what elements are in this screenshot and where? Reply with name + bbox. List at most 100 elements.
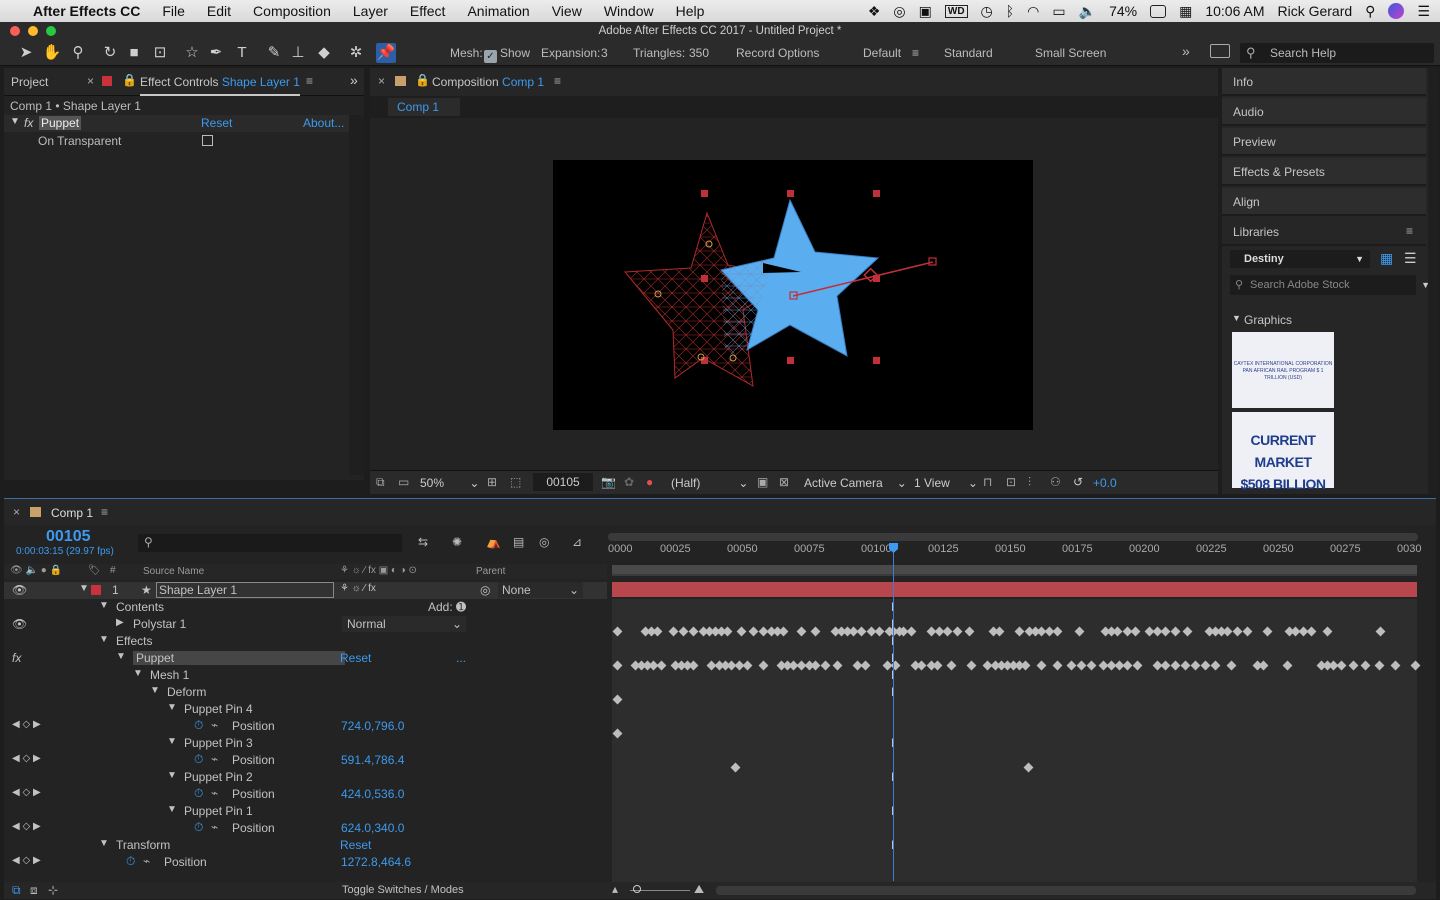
- panel-libraries[interactable]: Libraries: [1222, 218, 1426, 246]
- fx-icon[interactable]: fx: [12, 651, 21, 665]
- keyframe[interactable]: [1390, 660, 1401, 671]
- zoom-out-icon[interactable]: ▴: [612, 882, 618, 896]
- property-row-pin2[interactable]: ▼ Puppet Pin 2: [4, 769, 607, 786]
- comp-subtab[interactable]: Comp 1: [388, 98, 460, 116]
- fast-previews-icon[interactable]: ⊡: [1006, 475, 1016, 489]
- graph-icon[interactable]: ⌁: [211, 820, 218, 834]
- keyframe[interactable]: [612, 694, 623, 705]
- stopwatch-icon[interactable]: ⏱: [126, 854, 135, 869]
- stopwatch-icon[interactable]: ⏱: [194, 718, 203, 733]
- resolution-dropdown[interactable]: (Half) ⌄: [671, 476, 748, 490]
- view-layout-dropdown[interactable]: 1 View ⌄: [914, 476, 978, 490]
- selection-tool-icon[interactable]: ➤: [16, 43, 36, 63]
- keyframe[interactable]: [1222, 626, 1233, 637]
- keyframe[interactable]: [796, 626, 807, 637]
- stopwatch-icon[interactable]: ⏱: [194, 752, 203, 767]
- keyframe[interactable]: [1086, 660, 1097, 671]
- zoom-dropdown[interactable]: 50% ⌄: [420, 476, 479, 490]
- panel-audio[interactable]: Audio: [1222, 98, 1426, 126]
- current-time-indicator[interactable]: [893, 543, 894, 881]
- twirl-icon[interactable]: ▼: [167, 736, 177, 747]
- layer-duration-bar[interactable]: [612, 582, 1417, 597]
- keyframe[interactable]: [656, 660, 667, 671]
- grid-icon[interactable]: ⊞: [487, 475, 497, 489]
- library-thumbnail-1[interactable]: CAYTEX INTERNATIONAL CORPORATION PAN AFRI…: [1232, 332, 1334, 408]
- keyframe[interactable]: [946, 660, 957, 671]
- channel-icon[interactable]: ●: [646, 475, 653, 489]
- effect-name[interactable]: Puppet: [39, 116, 82, 130]
- keyframe[interactable]: [1130, 626, 1141, 637]
- graph-icon[interactable]: ⌁: [211, 786, 218, 800]
- property-extra[interactable]: Reset: [340, 651, 371, 665]
- graph-icon[interactable]: ⌁: [143, 854, 150, 868]
- eraser-tool-icon[interactable]: ◆: [314, 43, 334, 63]
- close-tab-icon[interactable]: ×: [378, 74, 385, 88]
- property-row-pin4[interactable]: ▼ Puppet Pin 4: [4, 701, 607, 718]
- keyframe[interactable]: [678, 626, 689, 637]
- toggle-pixel-aspect-icon[interactable]: ⊓: [983, 475, 992, 489]
- keyframe[interactable]: [1023, 762, 1034, 773]
- property-value[interactable]: 424.0,536.0: [341, 787, 404, 801]
- transparency-grid-icon[interactable]: ⊠: [779, 475, 789, 489]
- graph-icon[interactable]: ⌁: [211, 752, 218, 766]
- keyframe[interactable]: [1282, 660, 1293, 671]
- keyframe[interactable]: [860, 660, 871, 671]
- timeline-tab[interactable]: Comp 1: [51, 506, 93, 520]
- stopwatch-icon[interactable]: ⏱: [194, 820, 203, 835]
- keyframe[interactable]: [1232, 626, 1243, 637]
- keyframe[interactable]: [964, 626, 975, 637]
- layer-switches-toggle-icon[interactable]: ⧉: [12, 883, 21, 898]
- keyframe[interactable]: [1360, 660, 1371, 671]
- keyframe[interactable]: [652, 626, 663, 637]
- keyframe[interactable]: [810, 660, 821, 671]
- keyframe[interactable]: [688, 660, 699, 671]
- property-value[interactable]: 724.0,796.0: [341, 719, 404, 733]
- add-icon[interactable]: ➊: [456, 600, 466, 614]
- panel-menu-icon[interactable]: ≡: [101, 505, 108, 519]
- keyframe[interactable]: [778, 626, 789, 637]
- timeline-search-input[interactable]: ⚲: [138, 534, 402, 552]
- pan-behind-tool-icon[interactable]: ⊡: [150, 43, 170, 63]
- keyframe[interactable]: [1242, 626, 1253, 637]
- keyframe[interactable]: [1052, 626, 1063, 637]
- app-menu[interactable]: After Effects CC: [22, 3, 151, 19]
- keyframe-navigator-icon[interactable]: ◀ ◇ ▶: [12, 787, 41, 798]
- airplay-icon[interactable]: ▭: [1052, 3, 1065, 20]
- keyframe[interactable]: [1182, 626, 1193, 637]
- calendar-icon[interactable]: ▦: [1179, 3, 1192, 20]
- property-value[interactable]: 591.4,786.4: [341, 753, 404, 767]
- timeline-icon[interactable]: ⫶: [1028, 475, 1031, 490]
- effect-row-puppet[interactable]: ▼ fx Puppet Reset About...: [4, 115, 349, 132]
- graph-icon[interactable]: ⌁: [211, 718, 218, 732]
- show-snapshot-icon[interactable]: ✿: [624, 475, 634, 489]
- keyframe[interactable]: [1160, 660, 1171, 671]
- property-row-transform-pos[interactable]: ◀ ◇ ▶ ⏱ ⌁ Position 1272.8,464.6: [4, 854, 607, 871]
- source-name-header[interactable]: Source Name: [143, 566, 204, 577]
- camera-tool-icon[interactable]: ■: [124, 43, 144, 63]
- twirl-down-icon[interactable]: ▼: [1232, 313, 1241, 323]
- tab-effect-controls[interactable]: Effect Controls Shape Layer 1: [140, 75, 300, 96]
- keyframe[interactable]: [1052, 660, 1063, 671]
- wifi-icon[interactable]: ◠: [1027, 3, 1039, 20]
- keyframe[interactable]: [1076, 660, 1087, 671]
- options-link[interactable]: ...: [456, 651, 466, 665]
- battery-icon[interactable]: [1150, 4, 1167, 18]
- keyframe[interactable]: [1160, 626, 1171, 637]
- keyframe[interactable]: [952, 626, 963, 637]
- keyframe[interactable]: [1170, 626, 1181, 637]
- panel-align[interactable]: Align: [1222, 188, 1426, 216]
- expansion-value[interactable]: 3: [601, 46, 608, 60]
- keyframe[interactable]: [612, 660, 623, 671]
- keyframe[interactable]: [1226, 660, 1237, 671]
- keyframe[interactable]: [688, 626, 699, 637]
- keyframe[interactable]: [730, 762, 741, 773]
- twirl-down-icon[interactable]: ▼: [10, 116, 20, 127]
- keyframe[interactable]: [942, 626, 953, 637]
- menu-animation[interactable]: Animation: [456, 3, 540, 19]
- close-window-button[interactable]: [10, 26, 20, 36]
- keyframe[interactable]: [874, 626, 885, 637]
- keyframe-navigator-icon[interactable]: ◀ ◇ ▶: [12, 753, 41, 764]
- workspace-default[interactable]: Default: [863, 46, 901, 60]
- effect-reset-link[interactable]: Reset: [201, 116, 232, 130]
- expand-panels-icon[interactable]: »: [350, 72, 358, 88]
